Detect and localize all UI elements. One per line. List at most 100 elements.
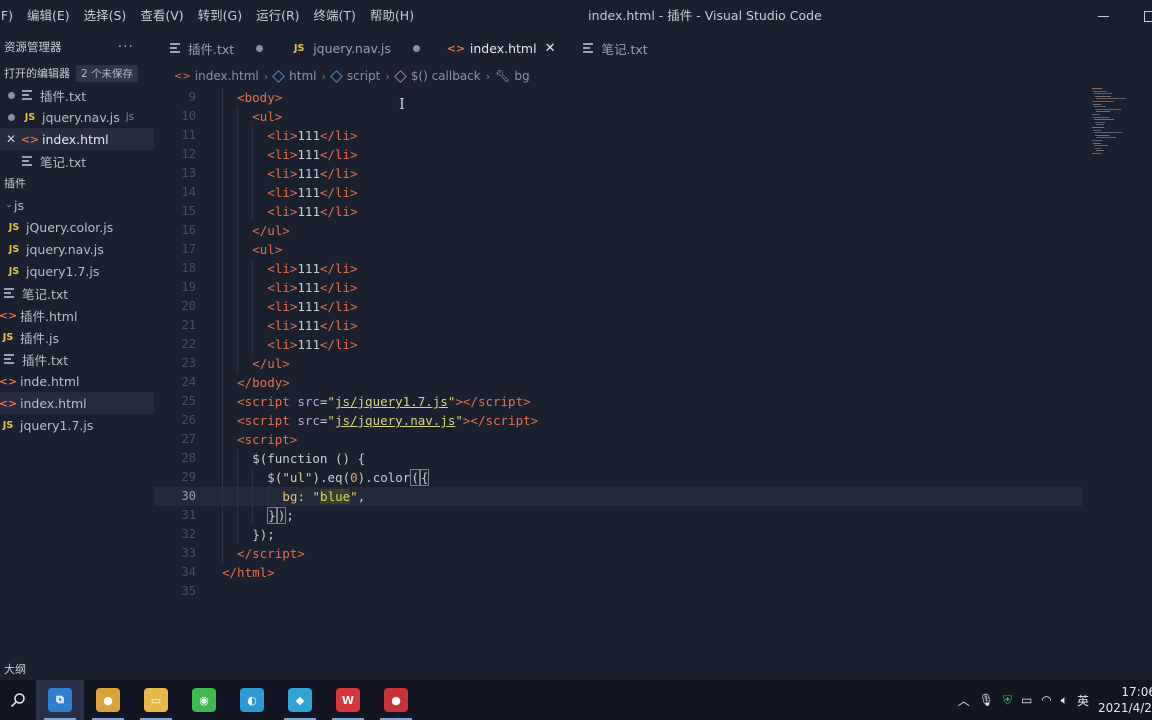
wifi-icon[interactable]: ◠: [1041, 693, 1051, 707]
code-line[interactable]: 17 <ul>: [154, 240, 1082, 259]
editor-tab[interactable]: 笔记.txt: [567, 32, 681, 64]
indent-guide: [252, 202, 254, 221]
unsaved-dot-icon[interactable]: [412, 44, 420, 52]
open-editor-folder: js: [125, 111, 135, 123]
code-line[interactable]: 30 bg: "blue",: [154, 487, 1082, 506]
file-item[interactable]: JS 插件.js: [0, 326, 154, 348]
code-line[interactable]: 32});: [154, 525, 1082, 544]
file-item[interactable]: 笔记.txt: [0, 282, 154, 304]
line-number: 12: [181, 147, 196, 161]
taskbar-app-vscode[interactable]: ⧉: [36, 680, 84, 720]
taskbar-app-wechat[interactable]: ◉: [180, 680, 228, 720]
menu-item[interactable]: 转到(G): [191, 0, 249, 32]
menu-item[interactable]: 帮助(H): [363, 0, 421, 32]
code-line[interactable]: 25 <script src="js/jquery1.7.js"></script…: [154, 392, 1082, 411]
folder-header[interactable]: 插件: [0, 172, 154, 194]
search-button[interactable]: [0, 680, 36, 720]
open-editor-item[interactable]: 笔记.txt: [0, 150, 154, 172]
minimap[interactable]: [1090, 88, 1134, 158]
breadcrumb-callback[interactable]: $() callback: [394, 69, 481, 83]
shield-icon[interactable]: ⛨: [1003, 693, 1012, 708]
code-text: <ul>: [252, 242, 283, 257]
microphone-icon[interactable]: 🎙︎: [979, 693, 994, 707]
code-line[interactable]: 18 <li>111</li>: [154, 259, 1082, 278]
open-editors-header[interactable]: 打开的编辑器 2 个未保存: [0, 62, 154, 84]
minimap-line: [1096, 124, 1104, 126]
code-line[interactable]: 35: [154, 582, 1082, 601]
code-line[interactable]: 14 <li>111</li>: [154, 183, 1082, 202]
code-line[interactable]: 13 <li>111</li>: [154, 164, 1082, 183]
taskbar-app-app-blue[interactable]: ◆: [276, 680, 324, 720]
indent-guide: [237, 107, 239, 126]
file-item[interactable]: 插件.txt: [0, 348, 154, 370]
code-line[interactable]: 28 $(function () {: [154, 449, 1082, 468]
file-item[interactable]: JS jquery1.7.js: [0, 414, 154, 436]
code-line[interactable]: 21 <li>111</li>: [154, 316, 1082, 335]
minimize-button[interactable]: [1080, 0, 1126, 32]
taskbar-app-wps[interactable]: W: [324, 680, 372, 720]
code-line[interactable]: 34 </html>: [154, 563, 1082, 582]
menu-item[interactable]: 查看(V): [133, 0, 190, 32]
line-number: 24: [181, 375, 196, 389]
file-label: 插件.txt: [22, 352, 69, 368]
taskbar-app-recorder[interactable]: ●: [372, 680, 420, 720]
file-item[interactable]: JS jQuery.color.js: [0, 216, 154, 238]
editor-tab[interactable]: <> index.html ✕: [431, 32, 568, 64]
code-line[interactable]: 9 <body>: [154, 88, 1082, 107]
taskbar-app-explorer[interactable]: ▭: [132, 680, 180, 720]
code-line[interactable]: 10 <ul>: [154, 107, 1082, 126]
file-item[interactable]: <> 插件.html: [0, 304, 154, 326]
open-editor-item[interactable]: JS jquery.nav.js js: [0, 106, 154, 128]
file-item[interactable]: <> inde.html: [0, 370, 154, 392]
editor-tab[interactable]: 插件.txt: [154, 32, 275, 64]
breadcrumb-file[interactable]: <> index.html: [174, 69, 259, 83]
clock[interactable]: 17:06 2021/4/27: [1098, 684, 1152, 716]
ime-indicator[interactable]: 英: [1077, 692, 1089, 709]
breadcrumb-script[interactable]: script: [330, 69, 380, 83]
code-line[interactable]: 11 <li>111</li>: [154, 126, 1082, 145]
code-line[interactable]: 23 </ul>: [154, 354, 1082, 373]
close-tab-icon[interactable]: ✕: [545, 41, 556, 56]
menu-item[interactable]: 运行(R): [249, 0, 306, 32]
code-line[interactable]: 19 <li>111</li>: [154, 278, 1082, 297]
code-line[interactable]: 16 </ul>: [154, 221, 1082, 240]
volume-icon[interactable]: 🔈︎: [1061, 693, 1068, 708]
code-line[interactable]: 29 $("ul").eq(0).color({: [154, 468, 1082, 487]
editor-tab[interactable]: JS jquery.nav.js: [275, 32, 432, 64]
unsaved-dot-icon[interactable]: [256, 44, 264, 52]
breadcrumb-html[interactable]: html: [272, 69, 317, 83]
folder-js[interactable]: ⌄ js: [0, 194, 154, 216]
more-actions-icon[interactable]: ···: [118, 39, 134, 55]
code-line[interactable]: 12 <li>111</li>: [154, 145, 1082, 164]
menu-item[interactable]: 终端(T): [307, 0, 363, 32]
maximize-button[interactable]: [1126, 0, 1152, 32]
breadcrumb-prop[interactable]: 🔧︎ bg: [495, 69, 529, 83]
code-line[interactable]: 27 <script>: [154, 430, 1082, 449]
file-item[interactable]: JS jquery.nav.js: [0, 238, 154, 260]
code-line[interactable]: 24 </body>: [154, 373, 1082, 392]
code-line[interactable]: 15 <li>111</li>: [154, 202, 1082, 221]
code-line[interactable]: 31});: [154, 506, 1082, 525]
menu-item[interactable]: 选择(S): [77, 0, 134, 32]
open-editor-item[interactable]: 插件.txt: [0, 84, 154, 106]
code-line[interactable]: 26 <script src="js/jquery.nav.js"></scrip…: [154, 411, 1082, 430]
menu-item[interactable]: 编辑(E): [20, 0, 77, 32]
file-item[interactable]: JS jquery1.7.js: [0, 260, 154, 282]
indent-guide: [222, 544, 223, 563]
unsaved-dot-icon[interactable]: [4, 91, 18, 99]
taskbar-app-chrome[interactable]: ●: [84, 680, 132, 720]
code-editor[interactable]: 9 <body> 10 <ul> 11 <li>111</li> 12 <li>111</li…: [154, 88, 1152, 680]
chevron-up-icon[interactable]: ︿: [958, 692, 970, 709]
file-item[interactable]: <> index.html: [0, 392, 154, 414]
menu-item[interactable]: (F): [0, 0, 20, 32]
battery-icon[interactable]: ▭: [1021, 693, 1032, 707]
code-line[interactable]: 22 <li>111</li>: [154, 335, 1082, 354]
outline-header[interactable]: 大纲: [0, 660, 154, 680]
code-line[interactable]: 20 <li>111</li>: [154, 297, 1082, 316]
code-line[interactable]: 33 </script>: [154, 544, 1082, 563]
taskbar-app-edge[interactable]: ◐: [228, 680, 276, 720]
close-icon[interactable]: ✕: [4, 132, 18, 146]
open-editor-item[interactable]: ✕ <> index.html: [0, 128, 154, 150]
unsaved-dot-icon[interactable]: [4, 113, 18, 121]
indent-guide: [222, 240, 223, 259]
